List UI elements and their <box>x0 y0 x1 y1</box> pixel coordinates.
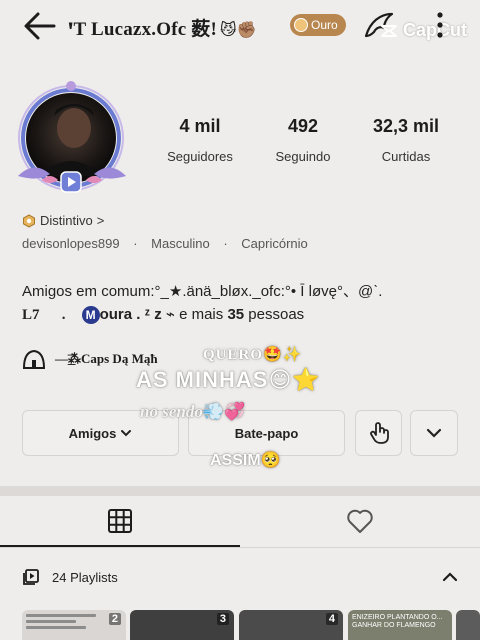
mutual-friends-line-1[interactable]: Amigos em comum:°_★.änä_bløx._ofc:°• Ī l… <box>22 280 382 301</box>
playlist-thumbnail[interactable]: 2 <box>22 610 126 640</box>
friend-name-l7: L7 <box>22 307 40 323</box>
gold-badge-label: Ouro <box>311 18 338 32</box>
playlist-thumbnail[interactable]: 3 <box>130 610 234 640</box>
chevron-down-icon <box>426 428 442 438</box>
sticker-assim-emoji: 🥺 <box>260 450 281 469</box>
community-link[interactable]: —͟͞⁂Caps Dą Mąħ <box>55 351 158 367</box>
zodiac-sign: Capricórnio <box>241 236 308 251</box>
separator: · <box>223 236 228 251</box>
stat-followers[interactable]: 4 mil Seguidores <box>150 116 250 164</box>
sticker-quero: QUERO🤩✨ <box>203 345 302 364</box>
sticker-assim-text: ASSIM <box>210 452 261 469</box>
profile-info-row: devisonlopes899 · Masculino · Capricórni… <box>22 236 308 251</box>
gold-badge[interactable]: Ouro <box>290 14 346 36</box>
thumbnail-text-lines <box>26 614 96 632</box>
playlist-thumbnail[interactable] <box>456 610 480 640</box>
sticker-assim: ASSIM🥺 <box>210 450 281 470</box>
more-actions-button[interactable] <box>410 410 458 456</box>
playlist-thumbnail[interactable]: 4 <box>239 610 343 640</box>
badge-link[interactable]: Distintivo > <box>22 213 104 228</box>
gold-badge-icon <box>294 18 308 32</box>
playlist-thumbnail-caption: ENIZEIRO PLANTANDO O... GANHAR DO FLAMEN… <box>352 614 443 629</box>
friends-button-label: Amigos <box>68 425 117 441</box>
stat-following[interactable]: 492 Seguindo <box>253 116 353 164</box>
section-divider <box>0 486 480 496</box>
friend-dot: . <box>61 307 66 323</box>
pointer-hand-icon <box>369 422 389 444</box>
friend-name-moura: oura . ᶻ z ⌁ <box>99 306 175 323</box>
friend-m-letter: M <box>81 306 100 324</box>
chevron-down-icon <box>121 430 132 437</box>
more-options-icon[interactable] <box>434 10 446 40</box>
sticker-minhas-emoji: 😊⭐ <box>268 368 321 393</box>
following-label: Seguindo <box>275 149 331 164</box>
playlist-count: 4 <box>325 613 338 625</box>
playlist-count: 3 <box>216 613 229 625</box>
followers-count: 4 mil <box>179 116 221 136</box>
sticker-cursive-emoji: 💨💞 <box>202 402 246 422</box>
tab-divider <box>0 547 480 548</box>
title-emojis: 😼✊🏽 <box>220 20 258 39</box>
playlist-icon <box>23 569 39 585</box>
grid-tab-icon[interactable] <box>107 508 133 534</box>
sticker-minhas-text: AS MINHAS <box>136 367 269 392</box>
sticker-quero-emoji: 🤩✨ <box>263 345 303 363</box>
sticker-cursive: no sendo💨💞 <box>140 402 245 422</box>
mutual-friends-line-2[interactable]: L7 . Moura . ᶻ z ⌁ e mais 35 pessoas <box>22 305 304 324</box>
liked-tab-heart-icon[interactable] <box>346 508 374 534</box>
share-button[interactable] <box>355 410 402 456</box>
chevron-up-icon[interactable] <box>442 570 458 584</box>
hexagon-badge-icon <box>23 213 35 228</box>
profile-title: ꞌT Lucazx.Ofc 薮! 😼✊🏽 <box>68 14 257 41</box>
sticker-minhas: AS MINHAS😊⭐ <box>136 367 321 393</box>
badge-link-label: Distintivo <box>40 213 93 228</box>
likes-count: 32,3 mil <box>372 116 440 136</box>
sticker-cursive-text: no sendo <box>140 402 203 421</box>
sticker-quero-text: QUERO <box>203 347 264 363</box>
username: devisonlopes899 <box>22 236 120 251</box>
back-arrow-icon[interactable] <box>22 8 58 44</box>
playlist-count: 2 <box>108 613 121 625</box>
capcut-watermark: CapCut <box>380 20 467 41</box>
profile-avatar[interactable] <box>14 76 134 202</box>
stat-likes[interactable]: 32,3 mil Curtidas <box>356 116 456 164</box>
gender: Masculino <box>151 236 210 251</box>
separator: · <box>133 236 138 251</box>
playlist-thumbnail[interactable]: ENIZEIRO PLANTANDO O... GANHAR DO FLAMEN… <box>348 610 452 640</box>
capcut-logo-icon <box>381 24 397 37</box>
chevron-right-icon: > <box>96 213 105 228</box>
community-icon <box>22 349 46 369</box>
chat-button-label: Bate-papo <box>234 425 299 441</box>
friends-more-suffix: pessoas <box>248 306 305 323</box>
playlists-title[interactable]: 24 Playlists <box>52 570 118 585</box>
profile-title-text: ꞌT Lucazx.Ofc 薮! <box>68 19 218 40</box>
following-count: 492 <box>287 116 319 136</box>
friends-more-count: 35 <box>227 306 245 323</box>
friends-more-prefix: e mais <box>179 306 224 323</box>
likes-label: Curtidas <box>381 149 431 164</box>
followers-label: Seguidores <box>167 149 233 164</box>
